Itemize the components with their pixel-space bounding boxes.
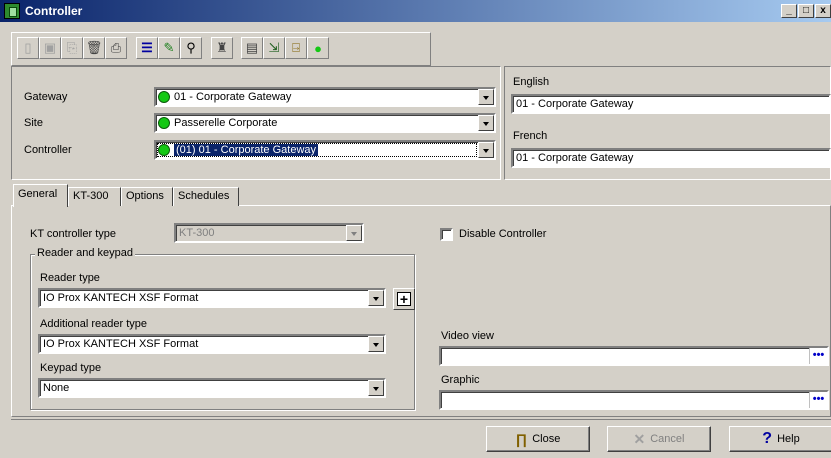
controller-value: (01) 01 - Corporate Gateway [174, 144, 319, 156]
controller-app-icon [4, 3, 20, 19]
chevron-down-icon[interactable] [478, 89, 494, 105]
french-label: French [513, 130, 548, 142]
cancel-button-label: Cancel [650, 433, 685, 445]
gateway-value: 01 - Corporate Gateway [174, 91, 292, 103]
link-icon[interactable]: ✎ [158, 37, 180, 59]
add-reader-button[interactable]: + [393, 288, 415, 310]
door-exit-icon: ∏ [515, 431, 528, 447]
french-name-field[interactable]: 01 - Corporate Gateway [511, 148, 831, 168]
copy-icon[interactable]: ⎘ [61, 37, 83, 59]
browse-video-view-button[interactable]: ••• [809, 348, 827, 364]
english-label: English [513, 76, 550, 88]
chevron-down-icon[interactable] [368, 380, 384, 396]
divider [11, 419, 831, 420]
disable-controller-label[interactable]: Disable Controller [459, 228, 546, 240]
maximize-button[interactable]: □ [798, 4, 814, 18]
close-button-label: Close [532, 433, 561, 445]
door-icon[interactable]: ▤ [241, 37, 263, 59]
graphic-field[interactable]: ••• [439, 390, 829, 410]
close-button[interactable]: ∏ Close [486, 426, 590, 452]
tab-general[interactable]: General [13, 184, 68, 207]
plus-icon: + [397, 292, 411, 306]
tab-options[interactable]: Options [121, 187, 173, 206]
keypad-type-label: Keypad type [40, 362, 102, 374]
site-value: Passerelle Corporate [174, 117, 278, 129]
video-view-field[interactable]: ••• [439, 346, 829, 366]
toolbar: ▯ ▣ ⎘ 🗑 ⎙ ☰ ✎ ⚲ ♜ ▤ ⇲ ⍈ ● [11, 32, 431, 66]
cancel-button: ✕ Cancel [607, 426, 711, 452]
enter-icon[interactable]: ⇲ [263, 37, 285, 59]
close-window-button[interactable]: x [815, 4, 831, 18]
additional-reader-type-label: Additional reader type [40, 318, 148, 330]
new-icon[interactable]: ▯ [17, 37, 39, 59]
reader-type-select[interactable]: IO Prox KANTECH XSF Format [38, 288, 386, 308]
graphic-label: Graphic [441, 374, 480, 386]
help-button-label: Help [777, 433, 800, 445]
chevron-down-icon[interactable] [368, 290, 384, 306]
tab-kt-300[interactable]: KT-300 [68, 187, 121, 206]
gateway-label: Gateway [24, 91, 68, 103]
keypad-type-select[interactable]: None [38, 378, 386, 398]
kt-controller-type-select: KT-300 [174, 223, 364, 243]
online-status-icon [158, 144, 170, 156]
save-icon[interactable]: ▣ [39, 37, 61, 59]
chevron-down-icon[interactable] [478, 142, 494, 158]
kt-controller-type-label: KT controller type [30, 228, 117, 240]
controller-window: Controller _ □ x ▯ ▣ ⎘ 🗑 ⎙ ☰ ✎ ⚲ ♜ ▤ ⇲ ⍈… [0, 0, 831, 458]
additional-reader-type-value: IO Prox KANTECH XSF Format [43, 338, 199, 350]
controller-select[interactable]: (01) 01 - Corporate Gateway [154, 140, 496, 160]
delete-icon[interactable]: 🗑 [83, 37, 105, 59]
chevron-down-icon[interactable] [478, 115, 494, 131]
reader-type-label: Reader type [40, 272, 100, 284]
gateway-select[interactable]: 01 - Corporate Gateway [154, 87, 496, 107]
title-bar: Controller _ □ x [0, 0, 831, 22]
exit-icon[interactable]: ⍈ [285, 37, 307, 59]
window-title: Controller [25, 4, 83, 18]
help-icon: ? [762, 430, 773, 447]
online-status-icon [158, 91, 170, 103]
english-name-field[interactable]: 01 - Corporate Gateway [511, 94, 831, 114]
video-view-label: Video view [441, 330, 494, 342]
users-icon[interactable]: ♜ [211, 37, 233, 59]
cancel-icon: ✕ [633, 430, 646, 447]
chevron-down-icon [346, 225, 362, 241]
tab-schedules[interactable]: Schedules [173, 187, 239, 206]
chevron-down-icon[interactable] [368, 336, 384, 352]
reader-type-value: IO Prox KANTECH XSF Format [43, 292, 199, 304]
status-icon[interactable]: ● [307, 37, 329, 59]
keypad-type-value: None [43, 382, 70, 394]
french-name-value: 01 - Corporate Gateway [516, 152, 634, 164]
find-icon[interactable]: ⚲ [180, 37, 202, 59]
additional-reader-type-select[interactable]: IO Prox KANTECH XSF Format [38, 334, 386, 354]
minimize-button[interactable]: _ [781, 4, 797, 18]
browse-graphic-button[interactable]: ••• [809, 392, 827, 408]
controller-label: Controller [24, 144, 72, 156]
reader-keypad-group-label: Reader and keypad [35, 247, 136, 259]
site-label: Site [24, 117, 43, 129]
online-status-icon [158, 117, 170, 129]
print-icon[interactable]: ⎙ [105, 37, 127, 59]
site-select[interactable]: Passerelle Corporate [154, 113, 496, 133]
kt-controller-type-value: KT-300 [179, 227, 215, 239]
list-icon[interactable]: ☰ [136, 37, 158, 59]
disable-controller-checkbox[interactable] [440, 228, 453, 241]
english-name-value: 01 - Corporate Gateway [516, 98, 634, 110]
help-button[interactable]: ? Help [729, 426, 831, 452]
